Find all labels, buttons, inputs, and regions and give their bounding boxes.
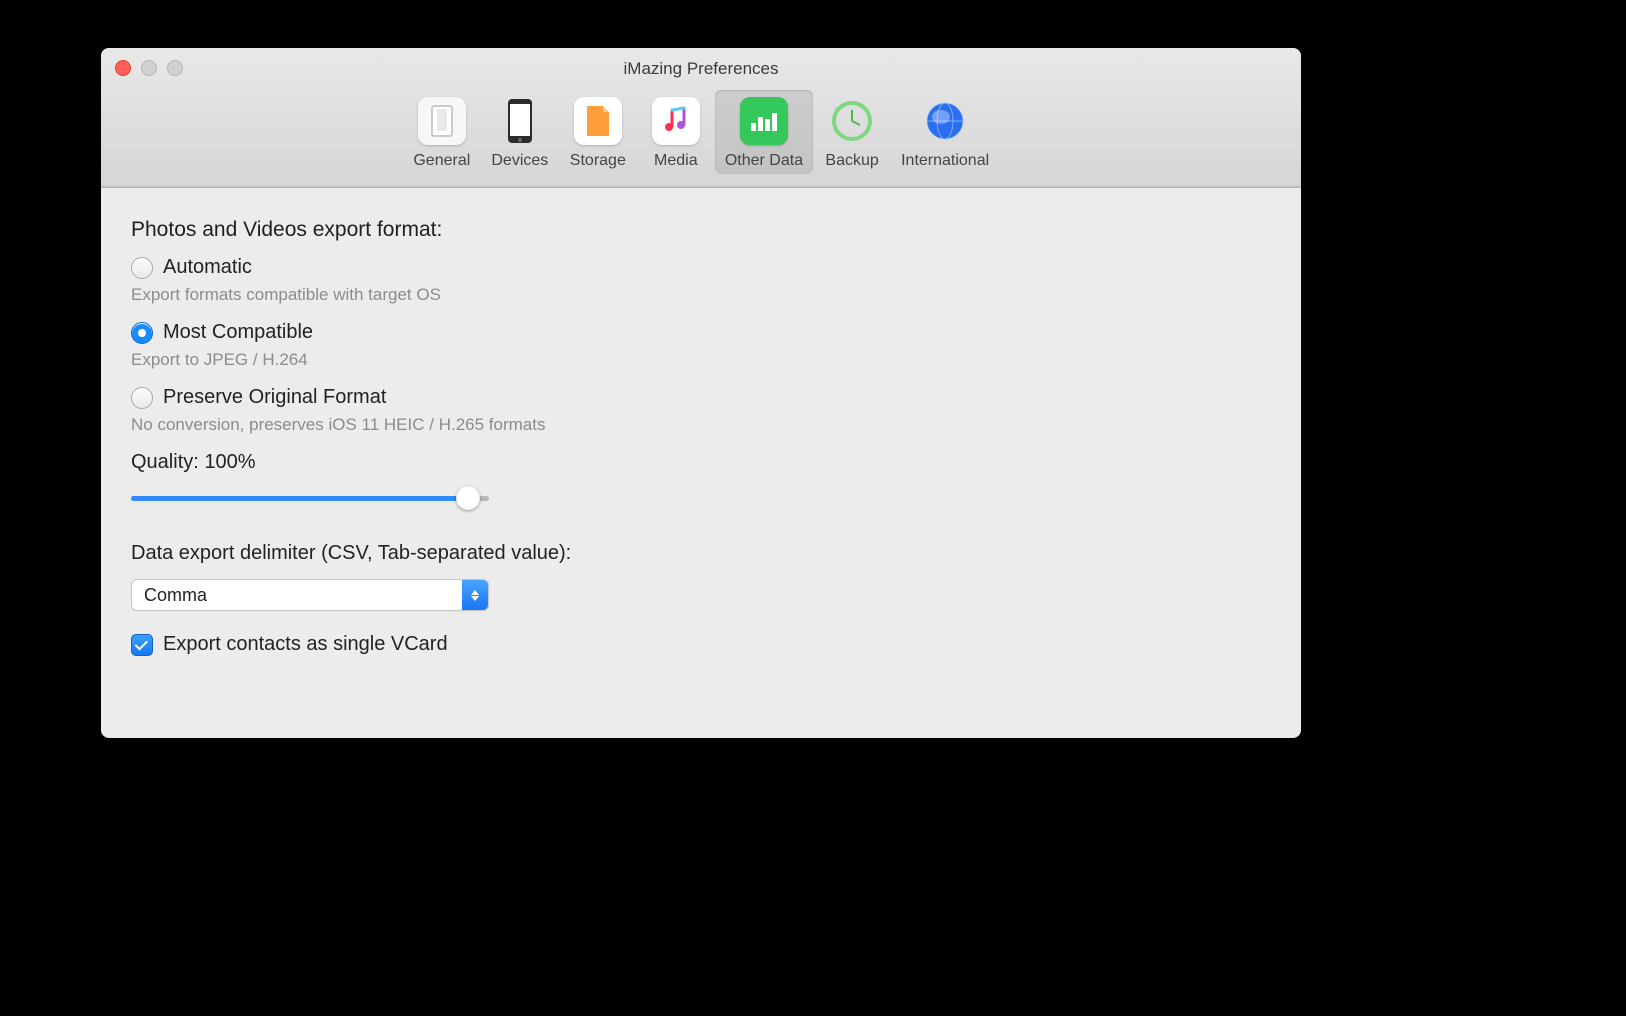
tab-international[interactable]: International [891,90,999,174]
tab-label: Other Data [725,152,803,170]
radio-most-compatible[interactable]: Most Compatible [131,321,1271,344]
radio-preserve-original[interactable]: Preserve Original Format [131,386,1271,409]
tab-other-data[interactable]: Other Data [715,90,813,174]
tab-label: Devices [491,152,548,170]
tab-media[interactable]: Media [637,90,715,174]
tab-general[interactable]: General [403,90,481,174]
quality-label: Quality: 100% [131,451,1271,474]
tab-label: Backup [825,152,878,170]
radio-icon [131,322,153,344]
radio-label: Most Compatible [163,321,313,344]
tab-label: Storage [570,152,626,170]
checkbox-label: Export contacts as single VCard [163,633,448,656]
preferences-toolbar: General Devices Storage [101,90,1301,174]
media-icon [651,96,701,146]
radio-preserve-hint: No conversion, preserves iOS 11 HEIC / H… [131,415,1271,435]
delimiter-label: Data export delimiter (CSV, Tab-separate… [131,542,1271,565]
checkbox-icon [131,634,153,656]
devices-icon [495,96,545,146]
radio-label: Preserve Original Format [163,386,386,409]
radio-icon [131,257,153,279]
vcard-checkbox-row[interactable]: Export contacts as single VCard [131,633,1271,656]
radio-most-compatible-hint: Export to JPEG / H.264 [131,350,1271,370]
delimiter-select[interactable]: Comma [131,579,489,611]
other-data-icon [739,96,789,146]
window-title: iMazing Preferences [101,59,1301,79]
storage-icon [573,96,623,146]
tab-label: International [901,152,989,170]
radio-automatic[interactable]: Automatic [131,256,1271,279]
tab-backup[interactable]: Backup [813,90,891,174]
backup-icon [827,96,877,146]
slider-fill [131,496,468,501]
titlebar: iMazing Preferences General Devices [101,48,1301,188]
tab-label: General [413,152,470,170]
radio-label: Automatic [163,256,252,279]
tab-storage[interactable]: Storage [559,90,637,174]
content-pane: Photos and Videos export format: Automat… [101,188,1301,686]
general-icon [417,96,467,146]
photos-section-title: Photos and Videos export format: [131,218,1271,242]
select-value: Comma [144,585,207,606]
quality-slider[interactable] [131,484,489,512]
radio-automatic-hint: Export formats compatible with target OS [131,285,1271,305]
international-icon [920,96,970,146]
tab-label: Media [654,152,698,170]
preferences-window: iMazing Preferences General Devices [101,48,1301,738]
slider-thumb[interactable] [456,486,480,510]
select-stepper-icon [462,580,488,610]
tab-devices[interactable]: Devices [481,90,559,174]
radio-icon [131,387,153,409]
